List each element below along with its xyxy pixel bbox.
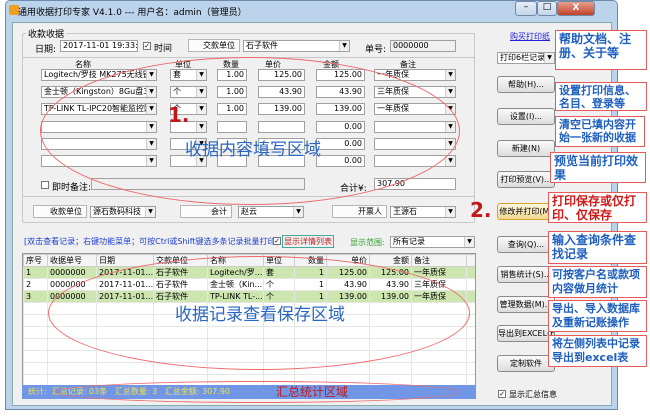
records-column-header[interactable]: 备注 [411, 254, 467, 267]
custom-software-button[interactable]: 定制软件 [497, 355, 555, 372]
table-cell [23, 362, 48, 375]
range-value: 所有记录 [393, 237, 425, 246]
time-label: 时间 [154, 44, 173, 54]
close-button[interactable]: X [557, 1, 595, 16]
range-select[interactable]: 所有记录 ▼ [390, 236, 475, 248]
print-mode-value: 打印6栏记录 [500, 53, 546, 62]
form-area-label: 收据内容填写区域 [185, 140, 321, 160]
date-label: 日期: [35, 45, 57, 55]
show-summary-label: 显示汇总信息 [509, 390, 557, 399]
table-cell: 2 [23, 278, 48, 291]
table-cell [23, 338, 48, 351]
maximize-button[interactable]: □ [537, 1, 557, 16]
issuer-button[interactable]: 开票人 [332, 205, 387, 218]
stats-area-ellipse [55, 381, 460, 403]
export-excel-button[interactable]: 导出到EXCEL(E) [497, 325, 555, 342]
table-cell [23, 314, 48, 327]
chevron-down-icon: ▼ [445, 87, 455, 97]
table-cell [411, 362, 467, 375]
table-cell [411, 350, 467, 363]
accountant-value: 赵云 [241, 207, 257, 216]
chevron-down-icon: ▼ [145, 207, 155, 217]
receipt-no-label: 单号: [365, 45, 387, 55]
stats-area-label: 汇总统计区域 [276, 385, 349, 399]
query-button[interactable]: 查询(Q)... [497, 236, 555, 253]
chevron-down-icon: ▼ [445, 156, 455, 166]
records-hint: [双击查看记录；右键功能菜单；可按Ctrl或Shift键选多条记录批量打印] [24, 237, 279, 246]
instant-note-checkbox[interactable] [41, 181, 49, 189]
accountant-select[interactable]: 赵云 ▼ [238, 206, 304, 218]
receipt-group-label: 收款收据 [26, 27, 67, 40]
table-cell [466, 362, 475, 375]
step-1-marker: 1. [168, 103, 190, 127]
table-cell [23, 350, 48, 363]
form-area-ellipse [40, 57, 460, 205]
records-area-label: 收据记录查看保存区域 [175, 305, 345, 325]
table-cell [47, 362, 97, 375]
callout-manage: 导出、导入数据库及重新记账操作 [548, 300, 647, 332]
date-input[interactable]: 2017-11-01 19:33: [60, 40, 138, 52]
payer-value: 石子软件 [246, 41, 278, 50]
receipt-no-field[interactable]: 0000000 [390, 40, 456, 52]
chevron-down-icon: ▼ [293, 207, 303, 217]
table-cell [23, 302, 48, 315]
table-cell [466, 338, 475, 351]
show-detail-label[interactable]: 显示详情列表 [282, 235, 334, 248]
settings-button[interactable]: 设置(I)... [497, 108, 555, 125]
chevron-down-icon: ▼ [464, 237, 474, 247]
new-button[interactable]: 新建(N) [497, 140, 555, 157]
receiver-button[interactable]: 收款单位 [33, 205, 87, 218]
window-title: 通用收据打印专家 V4.1.0 --- 用户名：admin（管理员） [18, 8, 247, 18]
time-checkbox[interactable]: ✓ [143, 42, 151, 50]
table-cell: 1 [23, 266, 48, 279]
payer-select[interactable]: 石子软件 ▼ [243, 40, 350, 52]
table-cell [466, 266, 475, 279]
table-cell: 3 [23, 290, 48, 303]
buy-paper-link[interactable]: 购买打印纸 [510, 31, 550, 42]
instant-note-label: 即时备注: [52, 183, 92, 193]
issuer-value: 王源石 [393, 207, 417, 216]
receiver-select[interactable]: 源石数码科技 ▼ [90, 206, 156, 218]
sales-stats-button[interactable]: 销售统计(S)... [497, 266, 555, 283]
chevron-down-icon: ▼ [445, 207, 455, 217]
records-column-header[interactable]: 收据单号 [47, 254, 97, 267]
table-cell [466, 350, 475, 363]
callout-query: 输入查询条件查找记录 [548, 231, 647, 264]
help-button[interactable]: 帮助(H)... [497, 76, 555, 93]
receiver-value: 源石数码科技 [93, 207, 141, 216]
modify-print-button[interactable]: 修改并打印(M) [497, 203, 555, 220]
callout-help: 帮助文档、注册、关于等 [555, 30, 647, 70]
callout-new: 清空已填内容开始一张新的收据 [555, 116, 645, 147]
chevron-down-icon: ▼ [445, 70, 455, 80]
chevron-down-icon: ▼ [544, 53, 554, 63]
table-cell [466, 290, 475, 303]
callout-settings: 设置打印信息、名目、登录等 [555, 82, 647, 111]
payer-button[interactable]: 交款单位 [188, 39, 240, 52]
step-2-marker: 2. [470, 198, 492, 222]
minimize-button[interactable]: – [515, 1, 537, 16]
table-cell [369, 362, 412, 375]
table-cell [96, 362, 154, 375]
show-detail-checkbox[interactable]: ✓ [273, 237, 281, 245]
range-label: 显示范围: [350, 238, 385, 247]
table-cell [47, 350, 97, 363]
manage-data-button[interactable]: 管理数据(M)... [497, 296, 555, 313]
callout-print: 打印保存或仅打印、仅保存 [548, 192, 647, 223]
chevron-down-icon: ▼ [339, 41, 349, 51]
callout-preview: 预览当前打印效果 [550, 152, 646, 183]
table-cell [466, 278, 475, 291]
print-preview-button[interactable]: 打印预览(V)... [497, 171, 555, 188]
show-summary-checkbox[interactable]: ✓ [498, 390, 506, 398]
print-mode-select[interactable]: 打印6栏记录 ▼ [497, 52, 555, 64]
table-cell [466, 326, 475, 339]
table-cell: 0000000 [47, 266, 97, 279]
issuer-select[interactable]: 王源石 ▼ [390, 206, 456, 218]
table-cell [23, 326, 48, 339]
records-column-header[interactable]: 序号 [23, 254, 48, 267]
accountant-button[interactable]: 会计 [180, 205, 232, 218]
callout-export: 将左侧列表中记录导出到excel表 [548, 335, 647, 367]
callout-stats: 可按客户名或款项内容做月统计 [548, 266, 647, 298]
